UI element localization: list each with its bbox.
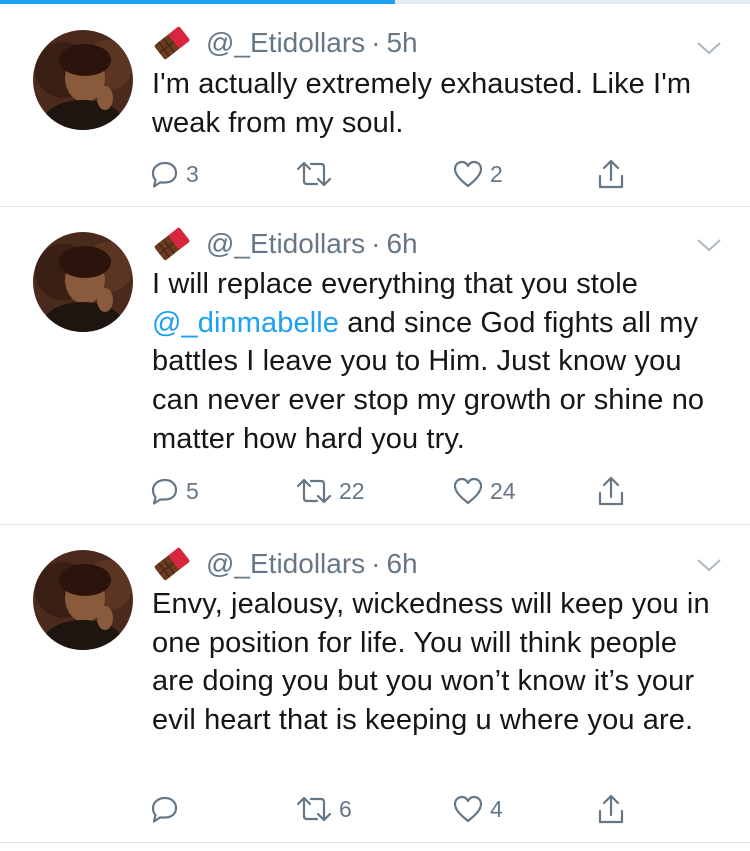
tweet[interactable]: @_Etidollars · 6h I will replace everyth… [0, 207, 750, 525]
like-count: 2 [490, 160, 503, 187]
chocolate-bar-emoji [150, 227, 194, 261]
like-button[interactable]: 4 [452, 791, 503, 827]
separator: · [371, 27, 381, 58]
reply-icon [151, 161, 178, 188]
retweet-button[interactable] [295, 156, 339, 192]
tweet-time[interactable]: 5h [386, 27, 417, 59]
reply-button[interactable]: 3 [150, 156, 199, 192]
mention-link[interactable]: @_dinmabelle [152, 307, 339, 339]
separator: · [371, 228, 381, 259]
tweet-header: @_Etidollars · 5h [150, 26, 418, 60]
retweet-count: 22 [339, 477, 365, 504]
tweet[interactable]: @_Etidollars · 6h Envy, jealousy, wicked… [0, 525, 750, 843]
tweet-handle[interactable]: @_Etidollars [206, 228, 365, 260]
heart-icon [453, 160, 483, 188]
tweet-handle[interactable]: @_Etidollars [206, 548, 365, 580]
separator: · [371, 548, 381, 579]
avatar[interactable] [33, 232, 133, 332]
reply-count: 3 [186, 160, 199, 187]
tweet-text: Envy, jealousy, wickedness will keep you… [152, 588, 710, 737]
heart-icon [453, 477, 483, 505]
retweet-icon [296, 796, 332, 822]
reply-button[interactable] [150, 791, 186, 827]
reply-count: 5 [186, 477, 199, 504]
like-button[interactable]: 2 [452, 156, 503, 192]
tweet-handle[interactable]: @_Etidollars [206, 27, 365, 59]
like-button[interactable]: 24 [452, 473, 516, 509]
tweet-header: @_Etidollars · 6h [150, 547, 418, 581]
tweet-actions: 3 2 [150, 156, 650, 192]
tweet-text-part: I will replace everything that you stole [152, 268, 638, 300]
chevron-down-icon[interactable] [696, 237, 722, 253]
share-button[interactable] [596, 791, 626, 827]
reply-icon [151, 478, 178, 505]
share-icon [598, 794, 624, 824]
like-count: 4 [490, 795, 503, 822]
heart-icon [453, 795, 483, 823]
tweet-header: @_Etidollars · 6h [150, 227, 418, 261]
retweet-icon [296, 161, 332, 187]
tweet-actions: 6 4 [150, 791, 650, 827]
retweet-icon [296, 478, 332, 504]
like-count: 24 [490, 477, 516, 504]
share-button[interactable] [596, 156, 626, 192]
retweet-button[interactable]: 22 [295, 473, 365, 509]
share-icon [598, 159, 624, 189]
reply-icon [151, 796, 178, 823]
tweet-actions: 5 22 24 [150, 473, 650, 509]
tweet[interactable]: @_Etidollars · 5h I'm actually extremely… [0, 4, 750, 207]
tweet-text: I will replace everything that you stole… [152, 265, 727, 459]
avatar[interactable] [33, 30, 133, 130]
chevron-down-icon[interactable] [696, 557, 722, 573]
share-icon [598, 476, 624, 506]
retweet-button[interactable]: 6 [295, 791, 352, 827]
tweet-text: I'm actually extremely exhausted. Like I… [152, 68, 692, 139]
tweet-time[interactable]: 6h [386, 228, 417, 260]
tweet-time[interactable]: 6h [386, 548, 417, 580]
chocolate-bar-emoji [150, 26, 194, 60]
retweet-count: 6 [339, 795, 352, 822]
chocolate-bar-emoji [150, 547, 194, 581]
reply-button[interactable]: 5 [150, 473, 199, 509]
chevron-down-icon[interactable] [696, 40, 722, 56]
share-button[interactable] [596, 473, 626, 509]
avatar[interactable] [33, 550, 133, 650]
